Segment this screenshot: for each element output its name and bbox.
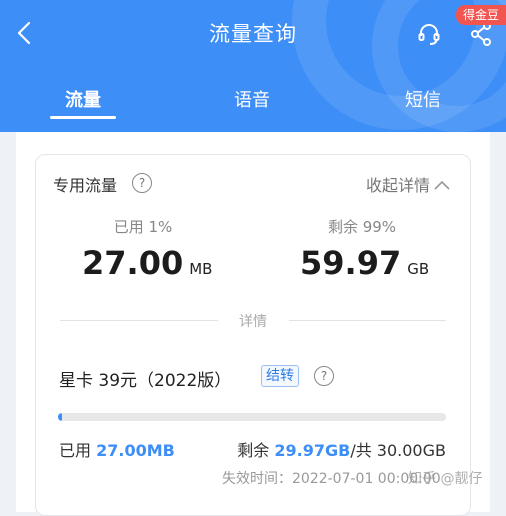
- help-icon[interactable]: ?: [132, 173, 152, 193]
- divider-right: [289, 320, 446, 321]
- used-prefix: 已用: [59, 441, 97, 460]
- remaining-value: 59.97: [300, 244, 402, 282]
- section-title: 专用流量: [53, 176, 118, 195]
- remaining-amount: 59.97 GB: [300, 244, 429, 282]
- plan-remaining: 剩余 29.97GB/共 30.00GB: [237, 437, 446, 461]
- headset-icon[interactable]: [414, 20, 444, 48]
- tab-data[interactable]: 流量: [43, 86, 123, 112]
- total-amount: /共 30.00GB: [350, 441, 446, 460]
- remaining-unit: GB: [407, 260, 430, 278]
- watermark: 知乎 @靓仔: [408, 471, 483, 487]
- remain-amount-value: 29.97GB: [274, 441, 351, 460]
- divider-left: [60, 320, 218, 321]
- used-amount-value: 27.00MB: [96, 441, 175, 460]
- details-label: 详情: [239, 314, 267, 330]
- reward-badge[interactable]: 得金豆: [456, 5, 506, 25]
- usage-progress-bar: [58, 413, 446, 421]
- used-value: 27.00: [82, 244, 184, 282]
- chevron-up-icon: [434, 175, 450, 194]
- plan-name: 星卡 39元（2022版）: [59, 371, 232, 391]
- rollover-tag: 结转: [261, 365, 299, 387]
- tab-voice[interactable]: 语音: [212, 86, 292, 112]
- used-unit: MB: [189, 260, 213, 278]
- help-icon[interactable]: ?: [314, 366, 334, 386]
- used-percent-label: 已用 1%: [113, 218, 173, 236]
- data-usage-card: [35, 154, 471, 516]
- remaining-percent-label: 剩余 99%: [327, 218, 397, 236]
- plan-used: 已用 27.00MB: [59, 437, 175, 461]
- used-amount: 27.00 MB: [82, 244, 212, 282]
- active-tab-indicator: [50, 116, 116, 119]
- collapse-label: 收起详情: [366, 176, 431, 195]
- remain-prefix: 剩余: [237, 441, 275, 460]
- usage-progress-fill: [58, 413, 62, 421]
- tab-sms[interactable]: 短信: [383, 86, 463, 112]
- collapse-details-button[interactable]: 收起详情: [366, 172, 450, 196]
